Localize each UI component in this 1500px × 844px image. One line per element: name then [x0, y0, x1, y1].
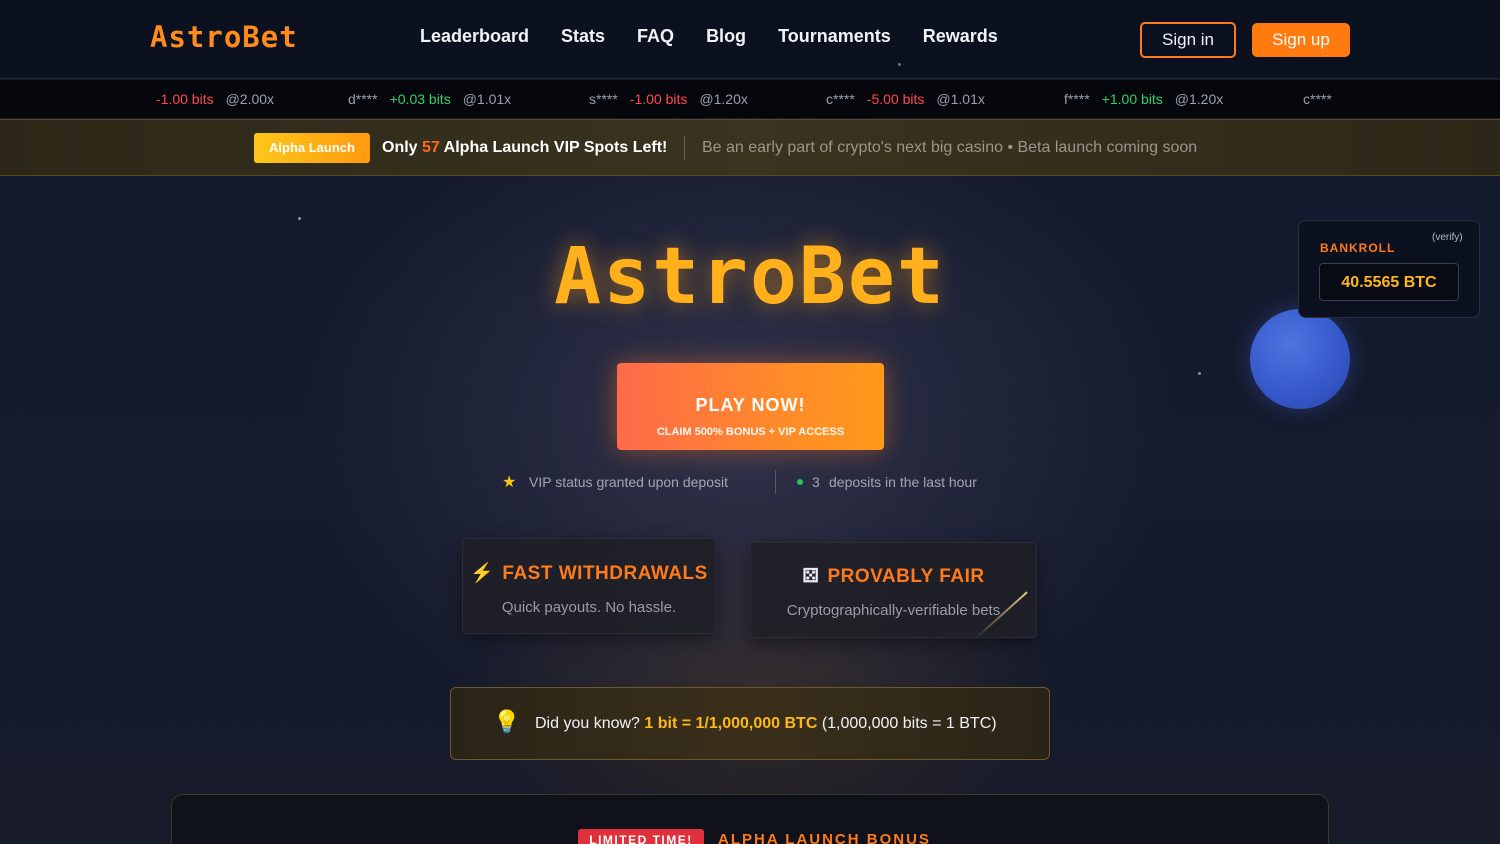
feature-title: ⚄ PROVABLY FAIR: [751, 565, 1036, 588]
ticker-item: d**** +0.03 bits @1.01x: [348, 91, 511, 107]
ticker-amount: -1.00 bits: [629, 91, 688, 107]
star-decoration: [298, 217, 301, 220]
dyk-highlight: 1 bit = 1/1,000,000 BTC: [644, 715, 818, 732]
ticker-amount: +0.03 bits: [389, 91, 451, 107]
play-now-button[interactable]: PLAY NOW! CLAIM 500% BONUS + VIP ACCESS: [617, 363, 884, 450]
nav-leaderboard[interactable]: Leaderboard: [420, 26, 529, 47]
deposit-count: 3: [812, 474, 820, 490]
vip-spots-suffix: Alpha Launch VIP Spots Left!: [439, 139, 668, 156]
divider: [684, 136, 685, 160]
vip-spots-prefix: Only: [382, 139, 423, 156]
bet-ticker: -1.00 bits @2.00x d**** +0.03 bits @1.01x s…: [0, 80, 1500, 118]
feature-card-withdrawals: ⚡ FAST WITHDRAWALS Quick payouts. No hass…: [462, 538, 716, 634]
did-you-know-box: 💡 Did you know? 1 bit = 1/1,000,000 BTC …: [450, 687, 1050, 760]
play-now-sublabel: CLAIM 500% BONUS + VIP ACCESS: [656, 426, 845, 438]
alpha-launch-badge: Alpha Launch: [254, 133, 370, 163]
star-icon: ★: [502, 472, 517, 491]
ticker-multiplier: @1.20x: [1174, 91, 1224, 107]
ticker-user: f****: [1064, 91, 1090, 107]
nav-stats[interactable]: Stats: [561, 26, 605, 47]
hero-title: AstroBet: [554, 232, 946, 322]
ticker-multiplier: @1.20x: [699, 91, 748, 107]
feature-title: ⚡ FAST WITHDRAWALS: [463, 561, 715, 585]
ticker-item: -1.00 bits @2.00x: [156, 91, 274, 107]
dyk-suffix: (1,000,000 bits = 1 BTC): [817, 715, 997, 732]
nav-links: Leaderboard Stats FAQ Blog Tournaments R…: [420, 26, 1030, 47]
ticker-amount: -1.00 bits: [156, 91, 214, 107]
ticker-amount: -5.00 bits: [866, 91, 925, 107]
bonus-title: ALPHA LAUNCH BONUS: [718, 831, 931, 844]
top-nav: AstroBet Leaderboard Stats FAQ Blog Tour…: [0, 0, 1500, 79]
verify-link[interactable]: (verify): [1432, 232, 1463, 243]
ticker-user: d****: [348, 91, 378, 107]
nav-tournaments[interactable]: Tournaments: [778, 26, 891, 47]
logo[interactable]: AstroBet: [150, 20, 298, 54]
ticker-user: c****: [826, 91, 855, 107]
feature-card-provably-fair: ⚄ PROVABLY FAIR Cryptographically-verifia…: [750, 542, 1037, 638]
nav-rewards[interactable]: Rewards: [923, 26, 998, 47]
feature-title-text: FAST WITHDRAWALS: [502, 563, 708, 584]
alpha-launch-banner: Alpha Launch Only 57 Alpha Launch VIP Sp…: [0, 119, 1500, 176]
ticker-item: c****: [1303, 91, 1344, 107]
ticker-amount: +1.00 bits: [1101, 91, 1163, 107]
alpha-bonus-card: LIMITED TIME! ALPHA LAUNCH BONUS: [171, 794, 1329, 844]
bankroll-label: BANKROLL: [1320, 241, 1396, 255]
ticker-multiplier: @2.00x: [225, 91, 275, 107]
alpha-subtitle: Be an early part of crypto's next big ca…: [702, 139, 1198, 156]
vip-spots-text: Only 57 Alpha Launch VIP Spots Left!: [382, 139, 667, 157]
nav-indicator-dot: [898, 63, 901, 66]
nav-blog[interactable]: Blog: [706, 26, 746, 47]
ticker-user: c****: [1303, 91, 1332, 107]
dice-icon: ⚄: [802, 566, 820, 587]
ticker-item: f**** +1.00 bits @1.20x: [1064, 91, 1223, 107]
ticker-item: c**** -5.00 bits @1.01x: [826, 91, 985, 107]
bankroll-value: 40.5565 BTC: [1319, 263, 1459, 301]
feature-desc: Cryptographically-verifiable bets: [786, 602, 1001, 619]
divider: [775, 470, 776, 494]
live-indicator-icon: [797, 479, 803, 485]
ticker-multiplier: @1.01x: [936, 91, 985, 107]
feature-title-text: PROVABLY FAIR: [827, 566, 985, 587]
play-now-label: PLAY NOW!: [695, 395, 806, 415]
hero-meta-row: ★ VIP status granted upon deposit 3 depo…: [0, 470, 1500, 494]
star-decoration: [1198, 372, 1201, 375]
sign-in-button[interactable]: Sign in: [1140, 22, 1236, 58]
ticker-item: s**** -1.00 bits @1.20x: [589, 91, 748, 107]
dyk-prefix: Did you know?: [535, 715, 645, 732]
deposit-text: deposits in the last hour: [829, 474, 977, 490]
limited-time-badge: LIMITED TIME!: [578, 829, 704, 844]
lightning-icon: ⚡: [470, 563, 495, 584]
planet-decoration: [1250, 309, 1350, 409]
nav-faq[interactable]: FAQ: [637, 26, 674, 47]
lightbulb-icon: 💡: [493, 710, 521, 735]
did-you-know-text: Did you know? 1 bit = 1/1,000,000 BTC (1…: [535, 715, 997, 733]
feature-desc: Quick payouts. No hassle.: [501, 599, 677, 616]
sign-up-button[interactable]: Sign up: [1252, 23, 1350, 57]
vip-spots-count: 57: [422, 139, 440, 156]
bankroll-widget: BANKROLL (verify) 40.5565 BTC: [1298, 220, 1480, 318]
ticker-multiplier: @1.01x: [462, 91, 512, 107]
vip-status-text: VIP status granted upon deposit: [529, 474, 728, 490]
ticker-user: s****: [589, 91, 618, 107]
